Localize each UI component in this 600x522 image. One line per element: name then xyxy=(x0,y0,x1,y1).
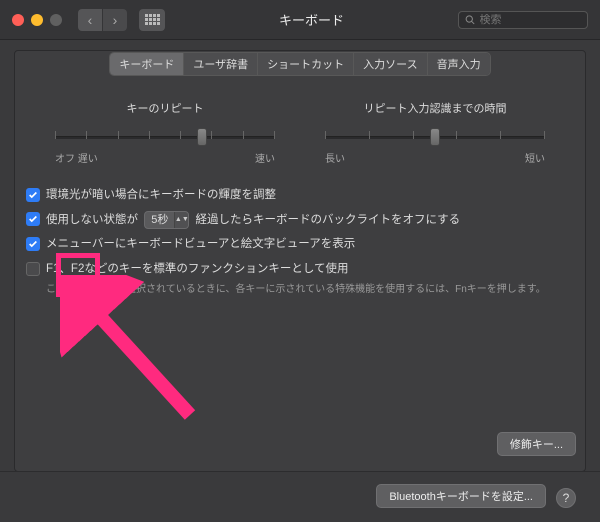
check-icon xyxy=(28,190,38,200)
show-viewers-checkbox[interactable] xyxy=(26,237,40,251)
tab-4[interactable]: 音声入力 xyxy=(428,53,490,75)
zoom-window-button xyxy=(50,14,62,26)
traffic-lights xyxy=(12,14,62,26)
adjust-brightness-checkbox[interactable] xyxy=(26,188,40,202)
modifier-keys-button[interactable]: 修飾キー... xyxy=(497,432,576,456)
window-title: キーボード xyxy=(173,10,450,29)
stepper-icon: ▲▼ xyxy=(174,212,188,228)
bluetooth-keyboard-button[interactable]: Bluetoothキーボードを設定... xyxy=(376,484,546,508)
search-icon xyxy=(465,14,476,26)
backlight-timeout-select[interactable]: 5秒 ▲▼ xyxy=(144,211,189,229)
annotation-arrow xyxy=(60,275,220,435)
tab-2[interactable]: ショートカット xyxy=(258,53,354,75)
tab-0[interactable]: キーボード xyxy=(110,53,184,75)
check-icon xyxy=(28,239,38,249)
key-repeat-slider[interactable] xyxy=(55,128,275,146)
delay-slider-group: リピート入力認識までの時間 長い 短い xyxy=(325,100,545,165)
tab-3[interactable]: 入力ソース xyxy=(354,53,427,75)
help-button[interactable]: ? xyxy=(556,488,576,508)
close-window-button[interactable] xyxy=(12,14,24,26)
tab-1[interactable]: ユーザ辞書 xyxy=(184,53,258,75)
search-input[interactable] xyxy=(480,14,582,26)
fn-keys-checkbox[interactable] xyxy=(26,262,40,276)
show-viewers-label: メニューバーにキーボードビューアと絵文字ビューアを表示 xyxy=(46,236,355,253)
key-repeat-label: キーのリピート xyxy=(127,100,204,116)
search-field[interactable] xyxy=(458,11,588,29)
delay-thumb[interactable] xyxy=(430,128,440,146)
fn-keys-label: F1、F2などのキーを標準のファンクションキーとして使用 xyxy=(46,261,349,278)
back-button[interactable]: ‹ xyxy=(78,9,102,31)
fn-keys-hint: このオプションが選択されているときに、各キーに示されている特殊機能を使用するには… xyxy=(46,280,574,295)
tab-bar: キーボードユーザ辞書ショートカット入力ソース音声入力 xyxy=(0,52,600,76)
adjust-brightness-label: 環境光が暗い場合にキーボードの輝度を調整 xyxy=(46,187,276,204)
minimize-window-button[interactable] xyxy=(31,14,43,26)
key-repeat-slider-group: キーのリピート オフ 遅い 速い xyxy=(55,100,275,165)
grid-icon xyxy=(145,14,160,25)
titlebar: ‹ › キーボード xyxy=(0,0,600,40)
check-icon xyxy=(28,214,38,224)
forward-button: › xyxy=(103,9,127,31)
key-repeat-thumb[interactable] xyxy=(197,128,207,146)
delay-slider[interactable] xyxy=(325,128,545,146)
backlight-off-checkbox[interactable] xyxy=(26,212,40,226)
show-all-button[interactable] xyxy=(139,9,165,31)
delay-label: リピート入力認識までの時間 xyxy=(364,100,507,116)
